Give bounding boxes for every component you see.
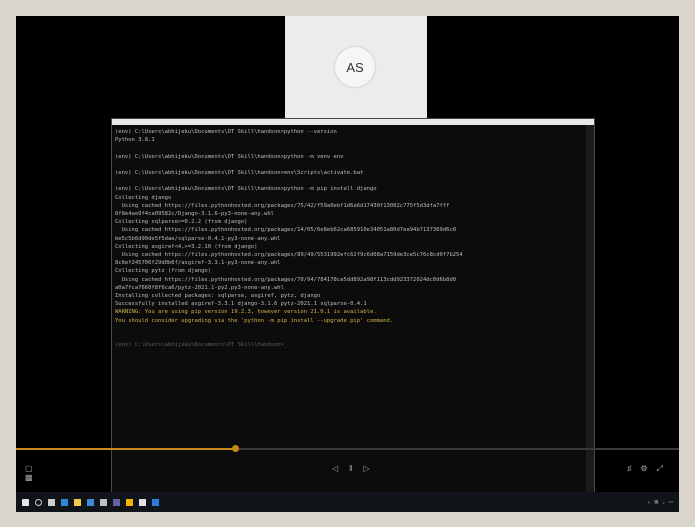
terminal-output: (env) C:\Users\abhijeku\Documents\DT Ski… — [115, 128, 584, 502]
terminal-line: (env) C:\Users\abhijeku\Documents\DT Ski… — [115, 186, 377, 193]
app-icon[interactable] — [152, 498, 159, 506]
player-center-controls: ◁ ‖ ▷ — [332, 464, 370, 473]
terminal-line: Collecting asgiref<4,>=3.2.10 (from djan… — [115, 243, 258, 250]
terminal-line: a0a7fca7660f8f6ca6/pytz-2021.1-py2.py3-n… — [115, 284, 284, 291]
terminal-scrollbar[interactable] — [586, 125, 594, 502]
participant-tile: AS — [285, 16, 427, 119]
system-tray: ˄ ▦ ♪ ▭ — [648, 499, 673, 505]
terminal-line: (env) C:\Users\abhijeku\Documents\DT Ski… — [115, 153, 344, 160]
terminal-line: Collecting pytz (from django) — [115, 268, 212, 275]
playback-progress-fill — [16, 448, 235, 450]
network-icon[interactable]: ▦ — [654, 499, 658, 505]
playback-scrubber[interactable] — [231, 445, 239, 452]
terminal-line: Using cached https://files.pythonhosted.… — [115, 252, 463, 259]
terminal-line: WARNING: You are using pip version 19.2.… — [115, 309, 377, 316]
windows-start-icon[interactable] — [22, 498, 29, 506]
terminal-line: 8c6ef245706f29d0b6f/asgiref-3.3.1-py3-no… — [115, 260, 281, 267]
explorer-icon[interactable] — [74, 498, 81, 506]
player-right-controls: ♯ ⚙ ⤢ — [627, 464, 663, 474]
terminal-line: (env) C:\Users\abhijeku\Documents\DT Ski… — [115, 170, 364, 177]
player-left-controls: ▢ ▩ — [25, 464, 33, 482]
edge-icon[interactable] — [61, 498, 68, 506]
terminal-line: Collecting sqlparse>=0.2.2 (from django) — [115, 219, 248, 226]
taskbar: ˄ ▦ ♪ ▭ — [16, 492, 679, 512]
terminal-line: Using cached https://files.pythonhosted.… — [115, 202, 450, 209]
terminal-titlebar[interactable] — [112, 119, 594, 125]
playback-progress[interactable] — [16, 445, 679, 452]
teams-icon[interactable] — [113, 498, 120, 506]
store-icon[interactable] — [100, 498, 107, 506]
forward-icon[interactable]: ▷ — [363, 464, 369, 473]
terminal-icon[interactable] — [139, 498, 146, 506]
search-icon[interactable] — [35, 498, 42, 506]
mail-icon[interactable] — [87, 498, 94, 506]
volume-icon[interactable]: ♪ — [662, 500, 664, 505]
terminal-line: Using cached https://files.pythonhosted.… — [115, 227, 457, 234]
battery-icon[interactable]: ▭ — [669, 499, 673, 505]
video-frame: AS (env) C:\Users\abhijeku\Documents\DT … — [16, 16, 679, 512]
window-icon[interactable]: ▢ — [25, 464, 33, 473]
settings-icon[interactable]: ⚙ — [640, 464, 647, 474]
terminal-line: Collecting django — [115, 194, 172, 201]
terminal-line: Installing collected packages: sqlparse,… — [115, 293, 321, 300]
screen-icon[interactable]: ▩ — [25, 473, 33, 482]
terminal-line: 8f8e4ae9f4ca09582c/Django-3.1.6-py3-none… — [115, 211, 274, 218]
fullscreen-icon[interactable]: ⤢ — [657, 464, 663, 474]
terminal-window[interactable]: (env) C:\Users\abhijeku\Documents\DT Ski… — [111, 118, 595, 503]
chevron-up-icon[interactable]: ˄ — [648, 500, 651, 505]
terminal-line: Successfully installed asgiref-3.3.1 dja… — [115, 301, 367, 308]
terminal-line: be5c5b6d90de5f5dae/sqlparse-0.4.1-py3-no… — [115, 235, 281, 242]
pause-icon[interactable]: ‖ — [349, 464, 352, 473]
task-view-icon[interactable] — [48, 498, 55, 506]
chrome-icon[interactable] — [126, 498, 133, 506]
terminal-line: Python 3.8.1 — [115, 137, 155, 144]
terminal-line: You should consider upgrading via the 'p… — [115, 317, 394, 324]
terminal-line: (env) C:\Users\abhijeku\Documents\DT Ski… — [115, 342, 288, 349]
volume-icon[interactable]: ♯ — [627, 464, 631, 474]
rewind-icon[interactable]: ◁ — [332, 464, 338, 473]
avatar: AS — [335, 47, 375, 87]
terminal-line: Using cached https://files.pythonhosted.… — [115, 276, 457, 283]
terminal-line: (env) C:\Users\abhijeku\Documents\DT Ski… — [115, 129, 337, 135]
